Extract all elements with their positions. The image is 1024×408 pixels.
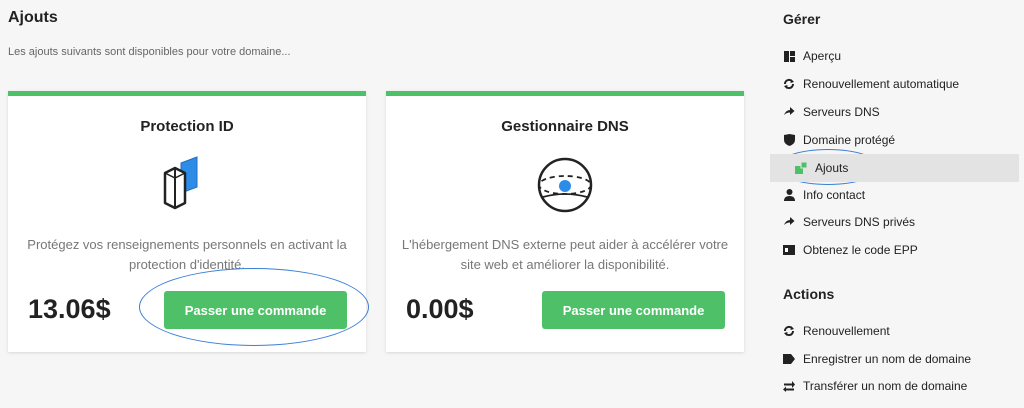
card-price: 0.00$ xyxy=(406,294,474,324)
sidebar-item-label: Renouvellement automatique xyxy=(803,77,960,91)
dashboard-icon xyxy=(783,50,795,62)
id-protection-icon xyxy=(155,153,219,217)
sidebar-item-renew[interactable]: Renouvellement xyxy=(770,317,1019,345)
card-description: Protégez vos renseignements personnels e… xyxy=(27,237,347,272)
sidebar-item-epp-code[interactable]: Obtenez le code EPP xyxy=(770,236,1019,264)
sidebar-item-label: Info contact xyxy=(803,188,866,202)
order-button-id-protection[interactable]: Passer une commande xyxy=(164,291,347,329)
addon-card-dns-manager: Gestionnaire DNS L'hébergement DNS exter… xyxy=(386,91,744,352)
sidebar-item-private-dns[interactable]: Serveurs DNS privés xyxy=(770,208,1019,236)
sync-icon xyxy=(783,325,795,337)
card-title: Gestionnaire DNS xyxy=(501,118,629,135)
sidebar-item-dns-servers[interactable]: Serveurs DNS xyxy=(770,98,1019,126)
sidebar-item-overview[interactable]: Aperçu xyxy=(770,42,1019,70)
arrow-right-icon xyxy=(783,106,795,118)
arrow-right-icon xyxy=(783,216,795,228)
order-button-dns-manager[interactable]: Passer une commande xyxy=(542,291,725,329)
actions-heading: Actions xyxy=(783,286,835,302)
page-subtitle: Les ajouts suivants sont disponibles pou… xyxy=(8,46,291,58)
sidebar-item-label: Aperçu xyxy=(803,49,842,63)
sidebar-item-register-domain[interactable]: Enregistrer un nom de domaine xyxy=(770,345,1019,373)
tag-icon xyxy=(783,353,795,365)
card-description: L'hébergement DNS externe peut aider à a… xyxy=(401,237,729,272)
card-price: 13.06$ xyxy=(28,294,111,324)
page-title: Ajouts xyxy=(8,9,58,26)
sidebar-item-label: Enregistrer un nom de domaine xyxy=(803,352,972,366)
sidebar-item-label: Serveurs DNS xyxy=(803,105,880,119)
sidebar-item-label: Transférer un nom de domaine xyxy=(803,379,968,393)
shield-icon xyxy=(783,134,795,146)
sidebar-item-protected-domain[interactable]: Domaine protégé xyxy=(770,126,1019,154)
manage-heading: Gérer xyxy=(783,11,821,27)
exchange-icon xyxy=(783,380,795,392)
sidebar-item-label: Ajouts xyxy=(815,161,849,175)
dns-globe-icon xyxy=(533,153,597,217)
sidebar-item-contact-info[interactable]: Info contact xyxy=(770,181,1019,209)
card-title: Protection ID xyxy=(140,118,234,135)
sidebar-item-label: Renouvellement xyxy=(803,324,890,338)
sidebar-item-label: Serveurs DNS privés xyxy=(803,215,916,229)
sidebar-item-label: Domaine protégé xyxy=(803,133,896,147)
sidebar-item-label: Obtenez le code EPP xyxy=(803,243,918,257)
sidebar-item-auto-renew[interactable]: Renouvellement automatique xyxy=(770,70,1019,98)
user-icon xyxy=(783,189,795,201)
id-card-icon xyxy=(783,244,795,256)
sidebar: Gérer Aperçu Renouvellement automatique … xyxy=(770,0,1024,408)
sync-icon xyxy=(783,78,795,90)
addons-icon xyxy=(795,162,807,174)
addon-card-id-protection: Protection ID Protégez vos renseignement… xyxy=(8,91,366,352)
sidebar-item-addons[interactable]: Ajouts xyxy=(770,154,1019,182)
sidebar-item-transfer-domain[interactable]: Transférer un nom de domaine xyxy=(770,372,1019,400)
